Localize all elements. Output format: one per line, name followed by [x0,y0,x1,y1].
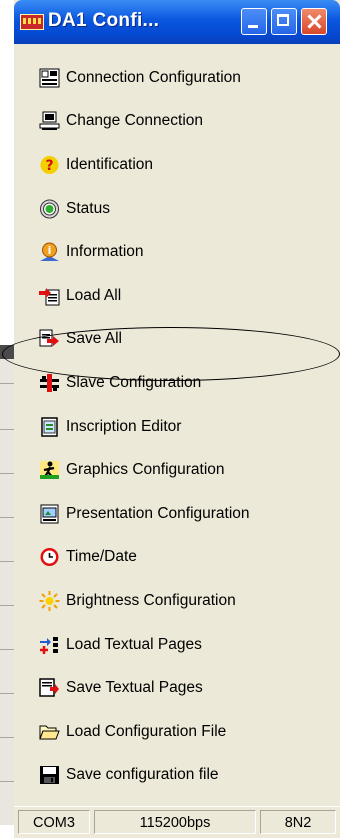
background-row-line [0,781,14,782]
status-icon [38,199,60,219]
status-bar: COM3 115200bps 8N2 [14,806,340,838]
title-bar[interactable]: DA1 Confi... [14,0,340,44]
background-window-bar [0,345,14,359]
information-icon: i [38,242,60,262]
menu-item-load-configuration-file[interactable]: Load Configuration File [14,710,340,754]
background-row-line [0,605,14,606]
menu-item-label: Presentation Configuration [66,504,250,522]
status-port: COM3 [18,810,90,834]
inscription-editor-icon [38,416,60,437]
menu-item-label: Save configuration file [66,766,219,784]
menu-item-slave-configuration[interactable]: Slave Configuration [14,361,340,405]
menu-item-brightness-configuration[interactable]: Brightness Configuration [14,579,340,623]
menu-item-label: Change Connection [66,112,204,130]
menu-item-label: Save All [66,330,123,348]
menu-item-information[interactable]: i Information [14,230,340,274]
slave-config-icon [38,373,60,393]
load-text-icon [38,635,60,655]
background-row-line [0,429,14,430]
menu-item-label: Connection Configuration [66,68,241,86]
brightness-icon [38,590,60,611]
background-row-line [0,649,14,650]
save-text-icon [38,678,60,698]
menu-item-time-date[interactable]: Time/Date [14,536,340,580]
floppy-disk-icon [38,765,60,785]
minimize-button[interactable] [241,8,267,35]
menu-item-label: Load All [66,286,122,304]
menu-item-connection-configuration[interactable]: Connection Configuration [14,56,340,100]
menu-item-label: Information [66,243,144,261]
menu-item-graphics-configuration[interactable]: Graphics Configuration [14,448,340,492]
change-connection-icon [38,111,60,131]
open-folder-icon [38,722,60,742]
menu-item-label: Slave Configuration [66,373,202,391]
background-window-edge [0,345,15,825]
presentation-icon [38,504,60,524]
menu-item-label: Status [66,199,110,217]
background-row-line [0,561,14,562]
menu-item-label: Load Textual Pages [66,635,202,653]
menu-item-load-textual-pages[interactable]: Load Textual Pages [14,623,340,667]
menu-item-label: Load Configuration File [66,722,227,740]
svg-text:?: ? [45,158,53,174]
menu-item-label: Graphics Configuration [66,461,225,479]
status-data-format: 8N2 [260,810,336,834]
menu-item-label: Identification [66,155,154,173]
window-title: DA1 Confi... [48,10,160,31]
background-row-line [0,693,14,694]
background-row-line [0,737,14,738]
menu-item-label: Inscription Editor [66,417,182,435]
background-row-line [0,517,14,518]
connection-config-icon [38,68,60,88]
status-baud-rate: 115200bps [94,810,256,834]
menu-item-save-configuration-file[interactable]: Save configuration file [14,754,340,798]
menu-item-label: Time/Date [66,548,137,566]
menu-item-status[interactable]: Status [14,187,340,231]
da1-config-window: DA1 Confi... Connection Configuration Ch… [2,0,340,838]
load-all-icon [38,286,60,306]
maximize-button[interactable] [271,8,297,35]
close-button[interactable] [301,8,327,35]
menu-item-inscription-editor[interactable]: Inscription Editor [14,405,340,449]
background-row-line [0,473,14,474]
save-all-icon [38,329,60,349]
clock-icon [38,547,60,567]
graphics-icon [38,460,60,480]
menu-item-change-connection[interactable]: Change Connection [14,100,340,144]
command-menu: Connection Configuration Change Connecti… [14,56,340,797]
svg-text:i: i [47,244,51,257]
app-icon[interactable] [20,14,44,30]
menu-item-load-all[interactable]: Load All [14,274,340,318]
menu-item-label: Brightness Configuration [66,591,236,609]
menu-item-save-textual-pages[interactable]: Save Textual Pages [14,666,340,710]
menu-item-label: Save Textual Pages [66,679,203,697]
background-row-line [0,383,14,384]
menu-item-save-all[interactable]: Save All [14,318,340,362]
question-icon: ? [38,155,60,175]
menu-item-presentation-configuration[interactable]: Presentation Configuration [14,492,340,536]
menu-item-identification[interactable]: ? Identification [14,143,340,187]
